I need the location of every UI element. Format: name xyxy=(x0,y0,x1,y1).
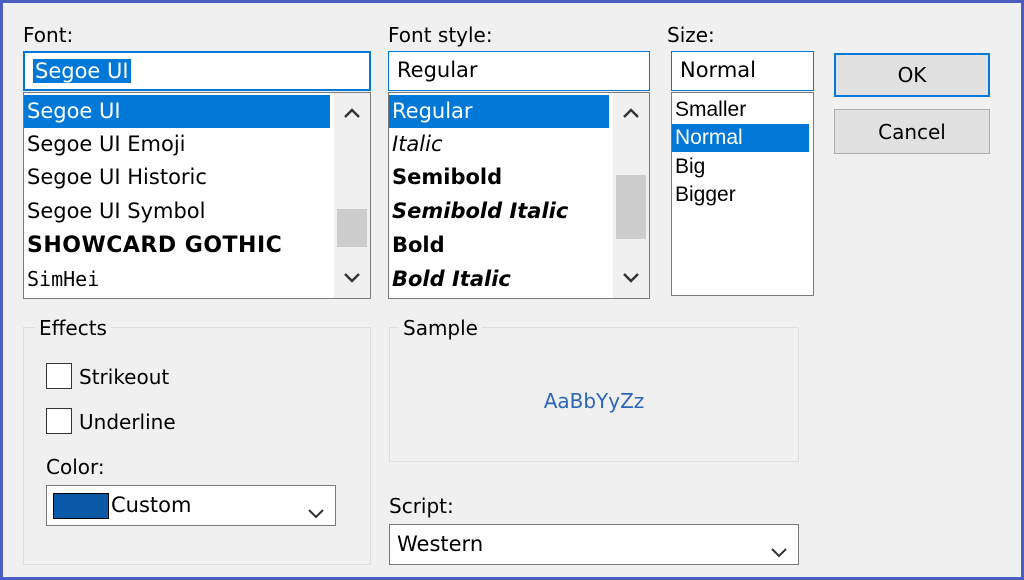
font-style-list-scrollbar[interactable] xyxy=(613,93,649,298)
font-style-list-item[interactable]: Bold xyxy=(389,229,609,262)
font-style-list-item[interactable]: Semibold Italic xyxy=(389,195,609,228)
font-list-scrollbar[interactable] xyxy=(334,93,370,298)
cancel-button[interactable]: Cancel xyxy=(834,109,990,154)
font-style-list-item[interactable]: Regular xyxy=(389,95,609,128)
chevron-down-icon xyxy=(307,495,325,531)
size-list-item[interactable]: Bigger xyxy=(672,180,809,209)
color-select-value: Custom xyxy=(111,493,192,517)
scroll-down-icon[interactable] xyxy=(334,260,370,296)
font-style-list-item[interactable]: Bold Italic xyxy=(389,263,609,296)
font-style-list-item[interactable]: Semibold xyxy=(389,161,609,194)
font-list-item[interactable]: Segoe UI Emoji xyxy=(24,128,330,161)
underline-checkbox[interactable] xyxy=(46,408,72,434)
font-list[interactable]: Segoe UI Segoe UI Emoji Segoe UI Histori… xyxy=(23,92,371,299)
ok-button[interactable]: OK xyxy=(834,53,990,97)
size-label: Size: xyxy=(667,23,715,47)
font-style-input-value: Regular xyxy=(397,58,478,82)
font-style-label: Font style: xyxy=(388,23,493,47)
chevron-down-icon xyxy=(770,534,788,570)
scroll-up-icon[interactable] xyxy=(613,95,649,131)
size-list-item[interactable]: Smaller xyxy=(672,95,809,124)
script-select-value: Western xyxy=(397,532,484,556)
font-list-item[interactable]: SimHei xyxy=(24,263,330,296)
color-select[interactable]: Custom xyxy=(46,485,336,526)
scroll-up-icon[interactable] xyxy=(334,95,370,131)
size-list-item[interactable]: Big xyxy=(672,152,809,181)
font-list-item[interactable]: Segoe UI Symbol xyxy=(24,195,330,228)
scroll-down-icon[interactable] xyxy=(613,260,649,296)
color-swatch xyxy=(53,493,109,519)
effects-group-title: Effects xyxy=(35,316,111,340)
font-name-input-value: Segoe UI xyxy=(33,59,131,83)
font-style-list-item[interactable]: Italic xyxy=(389,128,609,161)
size-input-value: Normal xyxy=(680,58,756,82)
size-list-item[interactable]: Normal xyxy=(672,124,809,152)
font-style-list-scroll-thumb[interactable] xyxy=(616,175,646,239)
script-select[interactable]: Western xyxy=(389,524,799,565)
color-label: Color: xyxy=(46,455,105,479)
font-style-list[interactable]: Regular Italic Semibold Semibold Italic … xyxy=(388,92,650,299)
font-label: Font: xyxy=(23,23,74,47)
size-list[interactable]: Smaller Normal Big Bigger xyxy=(671,92,814,296)
font-list-item[interactable]: SHOWCARD GOTHIC xyxy=(24,229,330,262)
sample-preview-text: AaBbYyZz xyxy=(543,389,645,413)
underline-label: Underline xyxy=(79,410,176,434)
size-input[interactable]: Normal xyxy=(671,51,814,91)
font-list-item[interactable]: Segoe UI Historic xyxy=(24,161,330,194)
strikeout-label: Strikeout xyxy=(79,365,170,389)
font-list-scroll-thumb[interactable] xyxy=(337,209,367,247)
strikeout-checkbox[interactable] xyxy=(46,363,72,389)
sample-group-title: Sample xyxy=(399,316,482,340)
font-style-input[interactable]: Regular xyxy=(388,51,650,91)
font-list-item[interactable]: Segoe UI xyxy=(24,95,330,128)
font-name-input[interactable]: Segoe UI xyxy=(23,51,371,91)
font-dialog: Font: Segoe UI Segoe UI Segoe UI Emoji S… xyxy=(0,0,1024,580)
script-label: Script: xyxy=(389,494,454,518)
